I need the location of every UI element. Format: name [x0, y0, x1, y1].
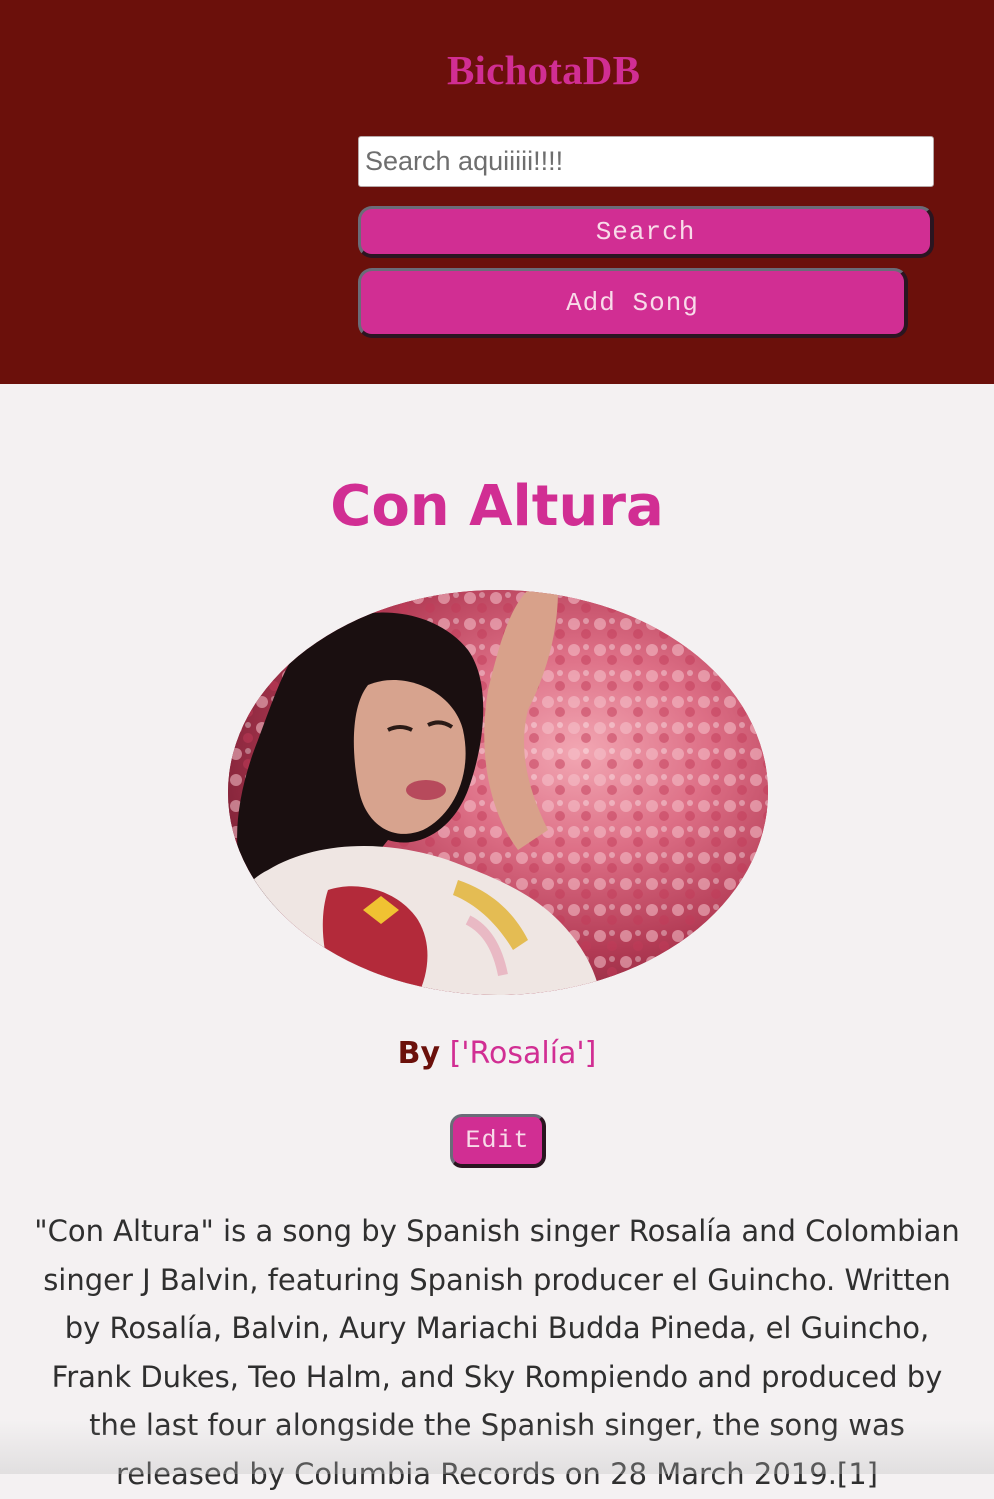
- song-description: "Con Altura" is a song by Spanish singer…: [34, 1214, 960, 1491]
- song-cover-image: [228, 590, 768, 995]
- search-input[interactable]: [358, 136, 934, 187]
- artist-link[interactable]: ['Rosalía']: [450, 1036, 597, 1071]
- search-button[interactable]: Search: [358, 206, 934, 258]
- cover-illustration: [228, 590, 768, 995]
- by-label: By: [397, 1036, 441, 1071]
- add-song-button[interactable]: Add Song: [358, 268, 908, 338]
- edit-button[interactable]: Edit: [450, 1114, 546, 1168]
- site-brand[interactable]: BichotaDB: [447, 46, 667, 94]
- song-title: Con Altura: [330, 474, 664, 539]
- site-header: BichotaDB Search Add Song: [0, 0, 994, 384]
- artist-byline: By ['Rosalía']: [0, 1036, 994, 1071]
